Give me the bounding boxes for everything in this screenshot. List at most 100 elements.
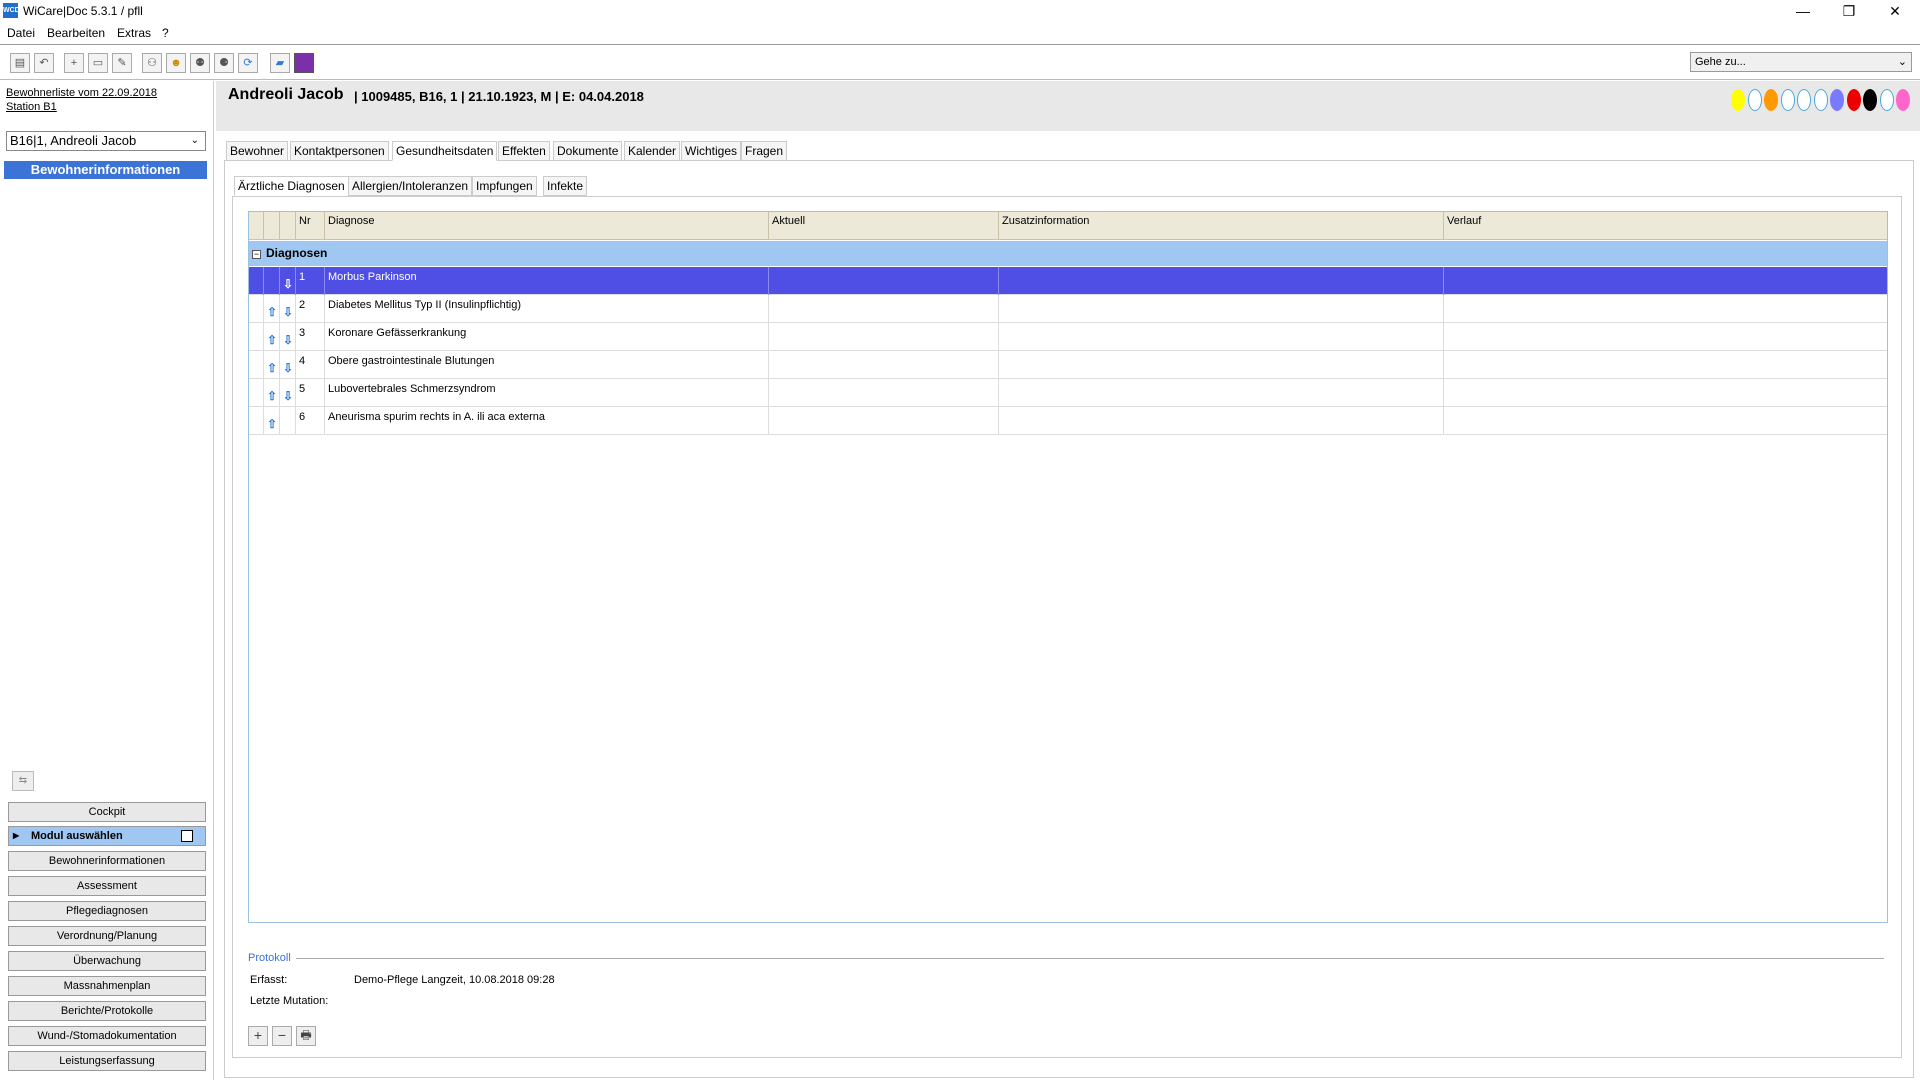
folder-icon[interactable]: ▰: [270, 53, 290, 73]
goto-dropdown[interactable]: Gehe zu... ⌄: [1690, 52, 1912, 72]
tab-effekten[interactable]: Effekten: [498, 141, 550, 161]
move-down-icon[interactable]: ⇩: [282, 361, 294, 375]
cell-diagnose: Diabetes Mellitus Typ II (Insulinpflicht…: [325, 295, 769, 323]
resident-list-link[interactable]: Bewohnerliste vom 22.09.2018: [6, 87, 157, 99]
tab-fragen[interactable]: Fragen: [741, 141, 788, 161]
down-cell: ⇩: [280, 351, 296, 379]
tab-dokumente[interactable]: Dokumente: [553, 141, 623, 161]
module-massnahmenplan[interactable]: Massnahmenplan: [8, 976, 206, 996]
user-settings-icon[interactable]: ⚈: [214, 53, 234, 73]
header-nr[interactable]: Nr: [296, 212, 325, 240]
main-area: Andreoli Jacob | 1009485, B16, 1 | 21.10…: [216, 81, 1920, 1080]
header-aktuell[interactable]: Aktuell: [769, 212, 999, 240]
move-up-icon[interactable]: ⇧: [266, 361, 278, 375]
table-row[interactable]: ⇧ ⇩ 4 Obere gastrointestinale Blutungen: [249, 351, 1887, 379]
move-down-icon[interactable]: ⇩: [282, 333, 294, 347]
color-dot: [1830, 89, 1844, 111]
tab-allergien[interactable]: Allergien/Intoleranzen: [348, 176, 473, 196]
erfasst-value: Demo-Pflege Langzeit, 10.08.2018 09:28: [354, 974, 555, 986]
cell: [280, 407, 296, 435]
header-diagnose[interactable]: Diagnose: [325, 212, 769, 240]
restore-button[interactable]: ❐: [1826, 0, 1872, 22]
module-verordnung[interactable]: Verordnung/Planung: [8, 926, 206, 946]
cell: [999, 295, 1444, 323]
resident-select[interactable]: B16|1, Andreoli Jacob ⌄: [6, 131, 206, 151]
color-icon[interactable]: [294, 53, 314, 73]
move-up-icon[interactable]: ⇧: [266, 389, 278, 403]
table-row[interactable]: ⇧ ⇩ 3 Koronare Gefässerkrankung: [249, 323, 1887, 351]
remove-button[interactable]: −: [272, 1026, 292, 1046]
tab-impfungen[interactable]: Impfungen: [472, 176, 537, 196]
move-down-icon[interactable]: ⇩: [282, 277, 294, 291]
tab-kontaktpersonen[interactable]: Kontaktpersonen: [290, 141, 389, 161]
menu-datei[interactable]: Datei: [7, 26, 35, 40]
station-link[interactable]: Station B1: [6, 101, 57, 113]
refresh-icon[interactable]: ⟳: [238, 53, 258, 73]
tab-kalender[interactable]: Kalender: [624, 141, 681, 161]
window-icon[interactable]: ▭: [88, 53, 108, 73]
section-header: Bewohnerinformationen: [4, 161, 207, 179]
down-cell: ⇩: [280, 379, 296, 407]
cell: [1444, 295, 1888, 323]
module-wund[interactable]: Wund-/Stomadokumentation: [8, 1026, 206, 1046]
erfasst-label: Erfasst:: [250, 974, 288, 986]
move-down-icon[interactable]: ⇩: [282, 305, 294, 319]
module-cockpit[interactable]: Cockpit: [8, 802, 206, 822]
collapse-minus-icon[interactable]: −: [252, 250, 261, 259]
table-row[interactable]: ⇩ 1 Morbus Parkinson: [249, 267, 1887, 295]
tab-gesundheitsdaten[interactable]: Gesundheitsdaten: [392, 141, 498, 161]
module-pflegediagnosen[interactable]: Pflegediagnosen: [8, 901, 206, 921]
save-icon[interactable]: ▤: [10, 53, 30, 73]
goto-value: Gehe zu...: [1695, 56, 1746, 68]
tab-wichtiges[interactable]: Wichtiges: [681, 141, 742, 161]
print-icon[interactable]: 🖶: [296, 1026, 316, 1046]
menu-bearbeiten[interactable]: Bearbeiten: [47, 26, 105, 40]
tab-infekte[interactable]: Infekte: [543, 176, 588, 196]
tab-bewohner[interactable]: Bewohner: [226, 141, 289, 161]
table-row[interactable]: ⇧ 6 Aneurisma spurim rechts in A. ili aca …: [249, 407, 1887, 435]
move-down-icon[interactable]: ⇩: [282, 389, 294, 403]
module-ueberwachung[interactable]: Überwachung: [8, 951, 206, 971]
module-checkbox[interactable]: [181, 830, 193, 842]
collapse-icon[interactable]: ⇆: [12, 771, 34, 791]
patient-name: Andreoli Jacob: [228, 86, 344, 103]
chevron-down-icon: ⌄: [1897, 56, 1907, 68]
move-up-icon[interactable]: ⇧: [266, 417, 278, 431]
header-blank-2: [264, 212, 280, 240]
cell: [264, 267, 280, 295]
new-icon[interactable]: +: [64, 53, 84, 73]
add-button[interactable]: +: [248, 1026, 268, 1046]
module-leistungserfassung[interactable]: Leistungserfassung: [8, 1051, 206, 1071]
cell: [769, 295, 999, 323]
module-berichte[interactable]: Berichte/Protokolle: [8, 1001, 206, 1021]
move-up-icon[interactable]: ⇧: [266, 333, 278, 347]
move-up-icon[interactable]: ⇧: [266, 305, 278, 319]
user-icon[interactable]: ☻: [166, 53, 186, 73]
header-verlauf[interactable]: Verlauf: [1444, 212, 1888, 240]
close-button[interactable]: ✕: [1872, 0, 1918, 22]
color-dot: [1731, 89, 1745, 111]
module-assessment[interactable]: Assessment: [8, 876, 206, 896]
undo-icon[interactable]: ↶: [34, 53, 54, 73]
menu-extras[interactable]: Extras: [117, 26, 151, 40]
header-zusatz[interactable]: Zusatzinformation: [999, 212, 1444, 240]
user-group-icon[interactable]: ⚉: [190, 53, 210, 73]
color-dot: [1846, 89, 1861, 111]
header-blank-1: [249, 212, 264, 240]
users-icon[interactable]: ⚇: [142, 53, 162, 73]
module-bewohnerinformationen[interactable]: Bewohnerinformationen: [8, 851, 206, 871]
down-cell: ⇩: [280, 295, 296, 323]
group-row-diagnosen[interactable]: − Diagnosen: [249, 241, 1887, 266]
edit-icon[interactable]: ✎: [112, 53, 132, 73]
patient-info: | 1009485, B16, 1 | 21.10.1923, M | E: 0…: [354, 89, 644, 104]
menu-help[interactable]: ?: [162, 26, 169, 40]
tab-aerztliche-diagnosen[interactable]: Ärztliche Diagnosen: [234, 176, 349, 196]
table-row[interactable]: ⇧ ⇩ 5 Lubovertebrales Schmerzsyndrom: [249, 379, 1887, 407]
down-cell: ⇩: [280, 323, 296, 351]
table-row[interactable]: ⇧ ⇩ 2 Diabetes Mellitus Typ II (Insulinpfli…: [249, 295, 1887, 323]
cell: [1444, 267, 1888, 295]
module-select[interactable]: ▶ Modul auswählen: [8, 826, 206, 846]
protokoll-divider: [296, 958, 1884, 959]
cell-diagnose: Lubovertebrales Schmerzsyndrom: [325, 379, 769, 407]
minimize-button[interactable]: —: [1780, 0, 1826, 22]
